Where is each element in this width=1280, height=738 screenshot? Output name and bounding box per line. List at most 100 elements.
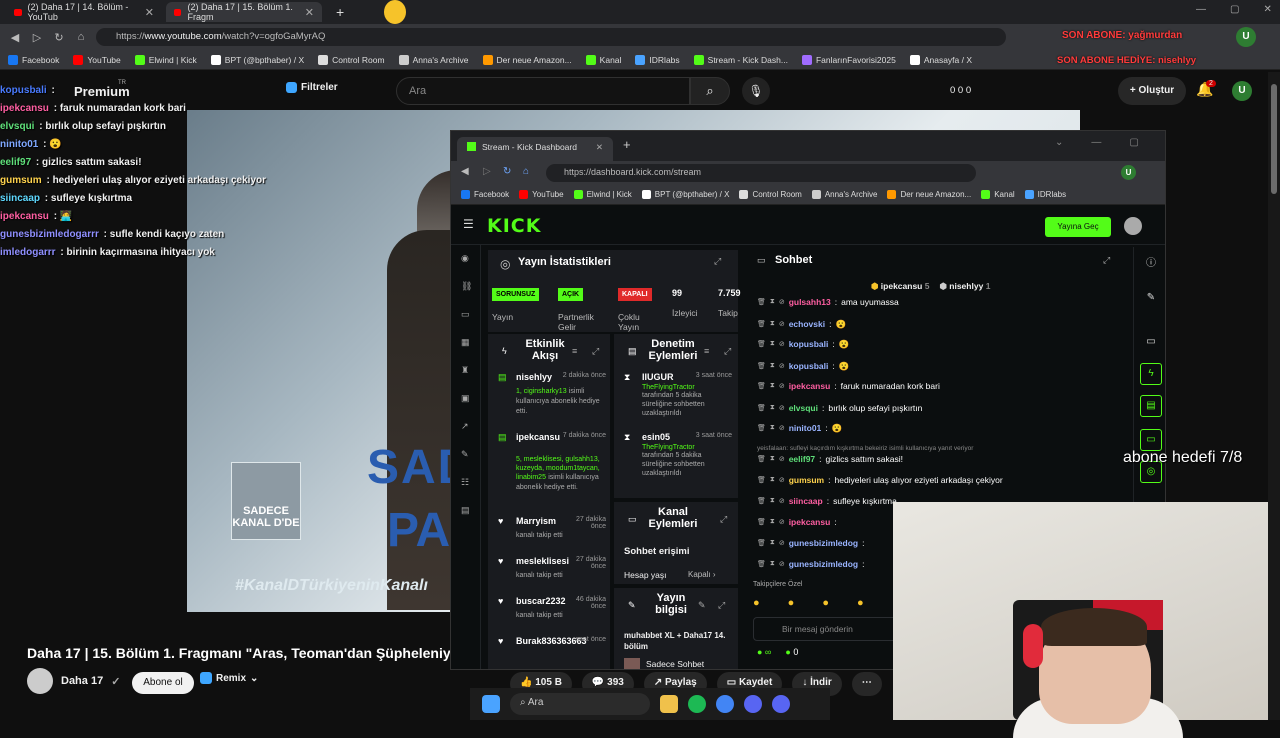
filters-button[interactable]: Filtreler bbox=[286, 82, 338, 93]
delete-icon[interactable]: 🗑 bbox=[757, 476, 766, 484]
bookmark-item[interactable]: Facebook bbox=[8, 54, 59, 65]
mic-icon[interactable]: 🎙 bbox=[742, 77, 770, 105]
chat-username[interactable]: gunesbizimledog bbox=[789, 538, 858, 548]
delete-icon[interactable]: 🗑 bbox=[757, 404, 766, 412]
pinned-user[interactable]: ⬢ ipekcansu 5 bbox=[871, 281, 929, 292]
bookmark-item[interactable]: IDRlabs bbox=[1024, 190, 1066, 199]
delete-icon[interactable]: 🗑 bbox=[757, 382, 766, 390]
timeout-icon[interactable]: ⧗ bbox=[770, 424, 775, 432]
bookmark-item[interactable]: Anasayfa / X bbox=[909, 54, 972, 65]
forward-icon[interactable]: ▷ bbox=[26, 31, 48, 44]
delete-icon[interactable]: 🗑 bbox=[757, 340, 766, 348]
timeout-icon[interactable]: ⧗ bbox=[770, 362, 775, 370]
delete-icon[interactable]: 🗑 bbox=[757, 362, 766, 370]
search-icon[interactable]: ⌕ bbox=[690, 77, 730, 105]
back-icon[interactable]: ◀ bbox=[4, 31, 26, 44]
filter-icon[interactable]: ≡ bbox=[572, 346, 577, 356]
minimize-icon[interactable]: — bbox=[1196, 4, 1206, 15]
edit-icon[interactable]: ✎ bbox=[1140, 287, 1162, 309]
ban-icon[interactable]: ⊘ bbox=[779, 497, 785, 505]
browser-tab[interactable]: (2) Daha 17 | 14. Bölüm - YouTub ✕ bbox=[6, 2, 162, 22]
bookmark-item[interactable]: Control Room bbox=[739, 190, 802, 199]
reload-icon[interactable]: ↻ bbox=[503, 166, 511, 177]
timeout-icon[interactable]: ⧗ bbox=[770, 320, 775, 328]
ban-icon[interactable]: ⊘ bbox=[779, 320, 785, 328]
bookmark-item[interactable]: Anna's Archive bbox=[811, 190, 877, 199]
forward-icon[interactable]: ▷ bbox=[483, 166, 491, 177]
expand-icon[interactable]: ⤢ bbox=[718, 600, 725, 611]
timeout-icon[interactable]: ⧗ bbox=[770, 539, 775, 547]
chat-username[interactable]: eelif97 bbox=[789, 454, 815, 464]
bookmark-item[interactable]: Facebook bbox=[461, 190, 509, 199]
chrome-icon[interactable] bbox=[716, 695, 734, 713]
chat-username[interactable]: gulsahh13 bbox=[789, 297, 831, 307]
delete-icon[interactable]: 🗑 bbox=[757, 298, 766, 306]
chat-username[interactable]: elvsqui bbox=[789, 403, 818, 413]
ban-icon[interactable]: ⊘ bbox=[779, 455, 785, 463]
ban-icon[interactable]: ⊘ bbox=[779, 539, 785, 547]
ban-icon[interactable]: ⊘ bbox=[779, 518, 785, 526]
bookmark-item[interactable]: BPT (@bpthaber) / X bbox=[641, 190, 729, 199]
chat-username[interactable]: ninito01 bbox=[789, 423, 822, 433]
chat-username[interactable]: kopusbali bbox=[789, 361, 829, 371]
close-icon[interactable]: ✕ bbox=[305, 6, 314, 19]
chart-icon[interactable]: ▦ bbox=[461, 337, 471, 347]
chat-username[interactable]: ipekcansu bbox=[789, 517, 831, 527]
remix-button[interactable]: Remix ⌄ bbox=[200, 672, 258, 684]
analytics-icon[interactable]: ↗ bbox=[461, 421, 471, 431]
bookmark-item[interactable]: YouTube bbox=[73, 54, 121, 65]
chat-username[interactable]: gumsum bbox=[789, 475, 824, 485]
bookmark-item[interactable]: Der neue Amazon... bbox=[482, 54, 572, 65]
chat-username[interactable]: kopusbali bbox=[789, 339, 829, 349]
document-icon[interactable]: ▤ bbox=[1140, 395, 1162, 417]
bookmark-item[interactable]: YouTube bbox=[519, 190, 564, 199]
dashboard-icon[interactable]: ◉ bbox=[461, 253, 471, 263]
go-live-button[interactable]: Yayına Geç bbox=[1045, 217, 1111, 237]
account-age-select[interactable]: Kapalı › bbox=[688, 570, 716, 579]
create-button[interactable]: + Oluştur bbox=[1118, 77, 1186, 105]
more-button[interactable]: ⋯ bbox=[851, 672, 882, 696]
timeout-icon[interactable]: ⧗ bbox=[770, 298, 775, 306]
expand-icon[interactable]: ⤢ bbox=[724, 346, 731, 357]
lightning-icon[interactable]: ϟ bbox=[1140, 363, 1162, 385]
profile-avatar[interactable]: U bbox=[1236, 27, 1256, 47]
timeout-icon[interactable]: ⧗ bbox=[770, 455, 775, 463]
timeout-icon[interactable]: ⧗ bbox=[770, 340, 775, 348]
timeout-icon[interactable]: ⧗ bbox=[770, 404, 775, 412]
spotify-icon[interactable] bbox=[688, 695, 706, 713]
obs-icon[interactable] bbox=[744, 695, 762, 713]
kick-tab[interactable]: Stream - Kick Dashboard ✕ bbox=[457, 137, 613, 161]
reload-icon[interactable]: ↻ bbox=[48, 31, 70, 44]
delete-icon[interactable]: 🗑 bbox=[757, 560, 766, 568]
profile-avatar[interactable]: U bbox=[1121, 165, 1136, 180]
delete-icon[interactable]: 🗑 bbox=[757, 424, 766, 432]
bookmark-item[interactable]: FanlarınFavorisi2025 bbox=[801, 54, 896, 65]
discord-icon[interactable] bbox=[772, 695, 790, 713]
ban-icon[interactable]: ⊘ bbox=[779, 382, 785, 390]
pinned-user[interactable]: ⬢ nisehlyy 1 bbox=[939, 281, 990, 292]
bookmark-item[interactable]: Kanal bbox=[981, 190, 1015, 199]
chat-username[interactable]: gunesbizimledog bbox=[789, 559, 858, 569]
emote-bar[interactable]: ● ● ● ● bbox=[753, 597, 864, 609]
ban-icon[interactable]: ⊘ bbox=[779, 404, 785, 412]
link-icon[interactable]: ⛓ bbox=[461, 281, 472, 291]
ban-icon[interactable]: ⊘ bbox=[779, 560, 785, 568]
ban-icon[interactable]: ⊘ bbox=[779, 362, 785, 370]
scrollbar-thumb[interactable] bbox=[1271, 84, 1277, 194]
close-icon[interactable]: ✕ bbox=[145, 6, 154, 19]
close-window-icon[interactable]: ✕ bbox=[1263, 4, 1271, 15]
timeout-icon[interactable]: ⧗ bbox=[770, 497, 775, 505]
monitor-icon[interactable]: ▭ bbox=[1140, 331, 1162, 353]
chat-input[interactable]: Bir mesaj gönderin bbox=[753, 617, 903, 641]
expand-icon[interactable]: ⤢ bbox=[592, 346, 599, 357]
chat-username[interactable]: echovski bbox=[789, 319, 825, 329]
delete-icon[interactable]: 🗑 bbox=[757, 320, 766, 328]
kick-logo[interactable]: KICK bbox=[487, 215, 541, 237]
maximize-icon[interactable]: ▢ bbox=[1230, 4, 1239, 15]
browser-tab-active[interactable]: (2) Daha 17 | 15. Bölüm 1. Fragm ✕ bbox=[166, 2, 322, 22]
delete-icon[interactable]: 🗑 bbox=[757, 497, 766, 505]
trophy-icon[interactable]: ♜ bbox=[461, 365, 471, 375]
taskbar-search[interactable]: ⌕ Ara bbox=[510, 693, 650, 715]
kick-avatar[interactable] bbox=[1124, 217, 1142, 235]
chat-username[interactable]: ipekcansu bbox=[789, 381, 831, 391]
